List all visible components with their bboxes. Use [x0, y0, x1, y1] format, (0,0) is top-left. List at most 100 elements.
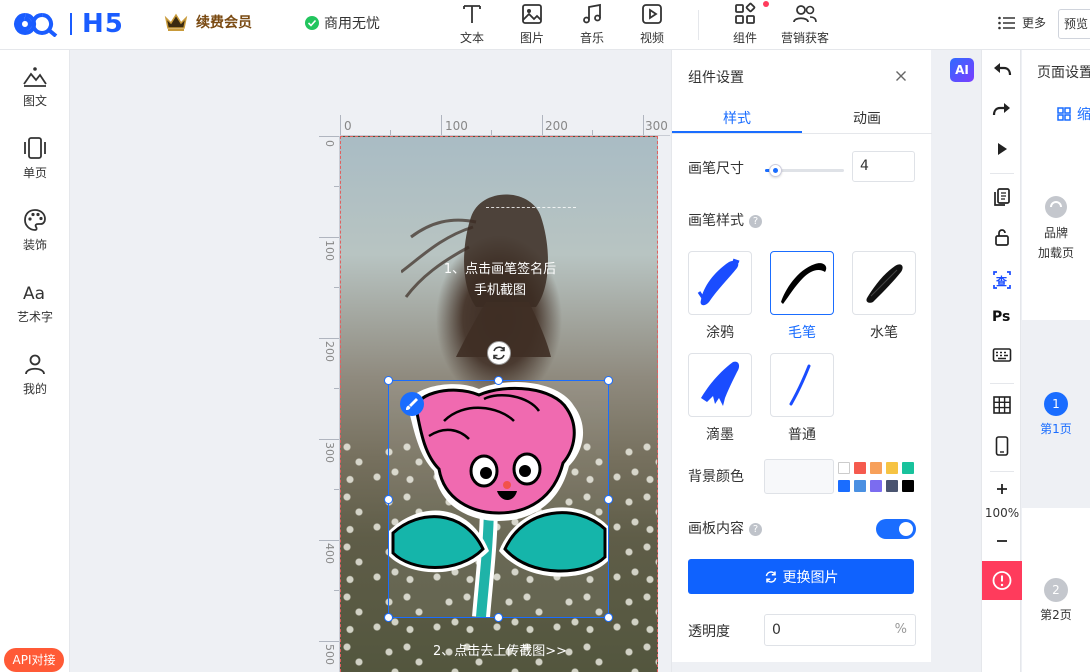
grid-toggle-button[interactable] [982, 395, 1022, 415]
color-swatch[interactable] [902, 462, 914, 474]
resize-handle-top[interactable] [494, 376, 503, 385]
play-preview-button[interactable] [982, 140, 1022, 158]
close-icon[interactable] [892, 67, 910, 85]
more-menu-button[interactable]: 更多 [998, 14, 1046, 31]
zoom-in-button[interactable] [982, 480, 1022, 498]
ruler-label: 100 [445, 119, 468, 133]
ruler-tick [319, 540, 339, 541]
shortcut-keys-button[interactable] [982, 347, 1022, 363]
ruler-tick [592, 130, 593, 135]
sidebar-item-mine[interactable]: 我的 [0, 352, 70, 397]
ruler-tick [491, 130, 492, 135]
resize-handle-bottom[interactable] [494, 613, 503, 622]
loading-spinner-icon [1045, 196, 1067, 218]
resize-handle-left[interactable] [384, 495, 393, 504]
tool-marketing-button[interactable]: 营销获客 [780, 2, 830, 46]
mobile-preview-button[interactable] [982, 435, 1022, 457]
resize-handle-right[interactable] [604, 495, 613, 504]
opacity-input[interactable]: 0 % [764, 614, 916, 646]
tool-text-button[interactable]: 文本 [447, 2, 497, 46]
sidebar-item-decoration[interactable]: 装饰 [0, 208, 70, 253]
bg-color-picker[interactable] [764, 459, 834, 494]
ruler-tick [441, 115, 442, 135]
canvas-content-toggle[interactable] [876, 519, 916, 539]
ruler-tick [319, 439, 339, 440]
sidebar-item-label: 艺术字 [16, 310, 53, 324]
brush-option-pen[interactable] [852, 251, 916, 315]
resize-handle-bottom-left[interactable] [384, 613, 393, 622]
color-swatch[interactable] [838, 480, 850, 492]
sidebar-item-label: 我的 [22, 382, 47, 396]
page-item-1[interactable]: 1 第1页 [1022, 320, 1090, 508]
color-swatch[interactable] [886, 462, 898, 474]
brush-option-graffiti[interactable] [688, 251, 752, 315]
sidebar-item-single-page[interactable]: 单页 [0, 136, 70, 181]
ruler-label: 200 [545, 119, 568, 133]
brush-size-slider-knob[interactable] [769, 164, 782, 177]
brush-option-ink-drop[interactable] [688, 353, 752, 417]
copy-button[interactable] [982, 187, 1022, 207]
brush-size-input[interactable]: 4 [852, 151, 915, 182]
help-icon[interactable]: ? [749, 523, 762, 536]
api-connect-button[interactable]: API对接 [4, 648, 64, 672]
canvas-content-label: 画板内容? [688, 518, 762, 538]
feedback-alert-button[interactable] [982, 561, 1022, 600]
resize-handle-top-right[interactable] [604, 376, 613, 385]
commercial-safe-link[interactable]: 商用无忧 [305, 13, 380, 33]
tool-video-button[interactable]: 视频 [627, 2, 677, 46]
color-swatch[interactable] [902, 480, 914, 492]
zoom-out-button[interactable] [982, 532, 1022, 550]
resize-handle-top-left[interactable] [384, 376, 393, 385]
text-icon [463, 5, 481, 23]
tab-style[interactable]: 样式 [672, 108, 802, 128]
vip-label: 续费会员 [196, 15, 252, 31]
canvas-hint-upload-link[interactable]: 2、点击去上传截图>> [341, 640, 657, 659]
crown-icon [164, 13, 188, 31]
color-swatch[interactable] [854, 480, 866, 492]
ruler-tick [319, 641, 339, 642]
color-swatch[interactable] [870, 480, 882, 492]
tool-component-button[interactable]: 组件 [720, 2, 770, 46]
tab-animation[interactable]: 动画 [802, 108, 932, 128]
tool-marketing-label: 营销获客 [780, 31, 829, 45]
preview-button[interactable]: 预览 [1058, 9, 1090, 39]
photoshop-import-button[interactable]: Ps [982, 306, 1022, 326]
brush-edit-badge[interactable] [400, 392, 424, 416]
check-text-icon: 查 [993, 271, 1011, 289]
brand-loading-page-item[interactable]: 品牌 加载页 [1022, 195, 1090, 263]
logo[interactable]: H5 [12, 9, 124, 39]
ai-assistant-button[interactable]: AI [950, 58, 974, 82]
vip-renew-button[interactable]: 续费会员 [164, 12, 252, 32]
help-icon[interactable]: ? [749, 215, 762, 228]
minus-icon [997, 540, 1007, 542]
resize-handle-bottom-right[interactable] [604, 613, 613, 622]
undo-button[interactable] [982, 60, 1022, 78]
toolbar-separator [990, 383, 1014, 384]
brush-option-normal[interactable] [770, 353, 834, 417]
page-settings-title[interactable]: 页面设置 [1037, 62, 1090, 82]
page-item-2[interactable]: 2 第2页 [1022, 578, 1090, 623]
ruler-tick [319, 136, 339, 137]
tool-image-button[interactable]: 图片 [507, 2, 557, 46]
replace-image-button[interactable]: 更换图片 [688, 559, 914, 594]
color-swatch[interactable] [870, 462, 882, 474]
brush-option-label: 涂鸦 [706, 325, 734, 341]
normal-brush-icon [789, 364, 811, 406]
color-swatch[interactable] [854, 462, 866, 474]
brush-option-calligraphy[interactable] [770, 251, 834, 315]
right-toolbar: 查 Ps 100% [981, 50, 1022, 672]
search-check-button[interactable]: 查 [982, 270, 1022, 290]
sidebar-item-art-text[interactable]: Aa 艺术字 [0, 280, 70, 325]
rotate-handle[interactable] [487, 341, 511, 365]
copy-icon [994, 188, 1010, 206]
ps-text: Ps [992, 309, 1010, 325]
redo-button[interactable] [982, 100, 1022, 118]
ruler-tick [542, 115, 543, 135]
color-swatch[interactable] [886, 480, 898, 492]
color-swatch[interactable] [838, 462, 850, 474]
tool-music-button[interactable]: 音乐 [567, 2, 617, 46]
sidebar-item-graphics[interactable]: 图文 [0, 64, 70, 109]
lock-button[interactable] [982, 227, 1022, 247]
thumbnail-tab[interactable]: 缩 [1057, 104, 1090, 124]
logo-separator [70, 13, 72, 35]
